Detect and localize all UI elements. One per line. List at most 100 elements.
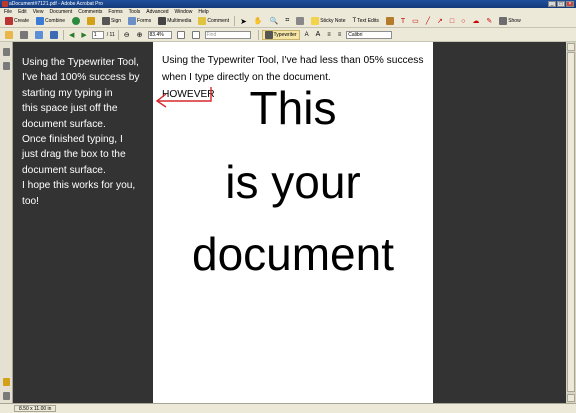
create-pdf-icon bbox=[5, 17, 13, 25]
spacing-icon: ≡ bbox=[337, 31, 342, 38]
textbox-button[interactable]: ▭ bbox=[410, 16, 421, 26]
arrow-right-icon: ▶ bbox=[81, 31, 87, 39]
menu-comments[interactable]: Comments bbox=[78, 9, 102, 15]
line-spacing-up-button[interactable]: ≡ bbox=[336, 30, 344, 40]
menu-forms[interactable]: Forms bbox=[108, 9, 122, 15]
create-button[interactable]: Create bbox=[3, 16, 31, 26]
line-tool-button[interactable]: ╱ bbox=[424, 16, 432, 26]
folder-icon bbox=[5, 30, 13, 39]
menu-edit[interactable]: Edit bbox=[18, 9, 27, 15]
red-arrow-annotation[interactable] bbox=[154, 86, 214, 108]
scroll-thumb[interactable] bbox=[567, 52, 575, 392]
save-button[interactable] bbox=[48, 30, 60, 40]
maximize-button[interactable]: □ bbox=[557, 1, 565, 7]
combine-button[interactable]: Combine bbox=[34, 16, 67, 26]
crop-tool-button[interactable]: ⌗ bbox=[283, 16, 291, 26]
hand-icon: ✋ bbox=[253, 18, 263, 25]
camera-icon bbox=[296, 17, 305, 25]
fit-page-button[interactable] bbox=[175, 30, 187, 40]
menu-file[interactable]: File bbox=[4, 9, 12, 15]
font-select[interactable]: Calibri bbox=[346, 30, 393, 39]
arrow-left-icon: ◀ bbox=[69, 31, 75, 39]
forms-button[interactable]: Forms bbox=[126, 16, 153, 26]
zoom-tool-button[interactable]: 🔍 bbox=[268, 16, 281, 26]
arrow-icon: ↗ bbox=[436, 18, 443, 25]
menu-bar: File Edit View Document Comments Forms T… bbox=[0, 8, 576, 15]
bookmarks-icon[interactable] bbox=[3, 62, 10, 70]
menu-help[interactable]: Help bbox=[198, 9, 208, 15]
show-button[interactable]: Show bbox=[497, 16, 523, 26]
email-button[interactable] bbox=[33, 30, 45, 40]
stamp-icon bbox=[385, 17, 394, 25]
show-icon bbox=[499, 17, 508, 25]
line-spacing-down-button[interactable]: ≡ bbox=[325, 30, 333, 40]
cloud-tool-button[interactable]: ☁ bbox=[470, 16, 481, 26]
canvas-right bbox=[433, 42, 576, 403]
print-button[interactable] bbox=[18, 30, 30, 40]
menu-advanced[interactable]: Advanced bbox=[146, 9, 168, 15]
menu-view[interactable]: View bbox=[33, 9, 44, 15]
stamp-button[interactable] bbox=[384, 16, 396, 26]
envelope-icon bbox=[35, 30, 43, 39]
plus-icon: ⊕ bbox=[136, 31, 143, 39]
text-size-down-button[interactable]: A bbox=[303, 30, 311, 40]
typewriter-icon bbox=[264, 30, 273, 39]
snapshot-button[interactable] bbox=[294, 16, 306, 26]
rectangle-tool-button[interactable]: □ bbox=[448, 16, 456, 26]
find-input[interactable]: Find bbox=[204, 30, 251, 39]
text-smaller-icon: A bbox=[304, 31, 309, 38]
comment-icon bbox=[198, 17, 207, 25]
close-button[interactable]: × bbox=[566, 1, 574, 7]
vertical-scrollbar[interactable] bbox=[566, 42, 576, 403]
callout-button[interactable]: T bbox=[399, 16, 407, 26]
multimedia-button[interactable]: Multimedia bbox=[156, 16, 193, 26]
next-page-button[interactable]: ▶ bbox=[79, 30, 88, 40]
oval-tool-button[interactable]: ○ bbox=[459, 16, 467, 26]
menu-tools[interactable]: Tools bbox=[129, 9, 141, 15]
comments-icon[interactable] bbox=[3, 378, 10, 386]
cloud-icon: ☁ bbox=[472, 18, 480, 25]
typewriter-button[interactable]: Typewriter bbox=[261, 29, 300, 40]
scroll-down-button[interactable] bbox=[567, 394, 575, 402]
hand-tool-button[interactable]: ✋ bbox=[252, 16, 265, 26]
pages-icon[interactable] bbox=[3, 48, 10, 56]
textbox-icon: ▭ bbox=[412, 18, 419, 25]
page-number-input[interactable]: 1 bbox=[91, 30, 104, 39]
combine-icon bbox=[36, 17, 45, 25]
toolbar-separator bbox=[257, 29, 259, 40]
fit-width-icon bbox=[191, 30, 200, 39]
save-icon bbox=[50, 30, 58, 39]
sticky-note-icon bbox=[311, 17, 320, 25]
document-text-line: document bbox=[191, 228, 394, 280]
select-tool-button[interactable]: ➤ bbox=[238, 16, 249, 26]
collaborate-button[interactable] bbox=[70, 16, 82, 26]
toolbar-separator bbox=[117, 29, 119, 40]
menu-document[interactable]: Document bbox=[49, 9, 72, 15]
page-total: / 11 bbox=[106, 31, 115, 38]
sticky-note-button[interactable]: Sticky Note bbox=[309, 16, 347, 26]
arrow-tool-button[interactable]: ↗ bbox=[435, 16, 445, 26]
typewriter-note[interactable]: Using the Typewriter Tool, I've had 100%… bbox=[22, 55, 147, 209]
text-edits-button[interactable]: T Text Edits bbox=[350, 16, 380, 26]
sign-button[interactable]: Sign bbox=[100, 16, 123, 26]
pencil-tool-button[interactable]: ✎ bbox=[484, 16, 494, 26]
minimize-button[interactable]: _ bbox=[548, 1, 556, 7]
scroll-up-button[interactable] bbox=[567, 43, 575, 51]
fit-width-button[interactable] bbox=[190, 30, 202, 40]
zoom-level-select[interactable]: 83.4% bbox=[147, 30, 172, 39]
open-button[interactable] bbox=[3, 30, 15, 40]
menu-window[interactable]: Window bbox=[175, 9, 193, 15]
collaborate-icon bbox=[72, 17, 81, 25]
comment-button[interactable]: Comment bbox=[196, 16, 231, 26]
line-icon: ╱ bbox=[425, 18, 430, 25]
prev-page-button[interactable]: ◀ bbox=[67, 30, 76, 40]
attachments-icon[interactable] bbox=[3, 392, 10, 400]
text-size-up-button[interactable]: A bbox=[314, 30, 323, 40]
secure-button[interactable] bbox=[85, 16, 97, 26]
forms-icon bbox=[128, 17, 137, 25]
tasks-toolbar: Create Combine Sign Forms Multimedia Com… bbox=[0, 15, 576, 28]
zoom-out-button[interactable]: ⊖ bbox=[122, 30, 132, 40]
standard-toolbar: ◀ ▶ 1 / 11 ⊖ ⊕ 83.4% Find Typewriter A A… bbox=[0, 28, 576, 42]
zoom-in-button[interactable]: ⊕ bbox=[135, 30, 145, 40]
document-text-line: is your bbox=[225, 156, 361, 208]
